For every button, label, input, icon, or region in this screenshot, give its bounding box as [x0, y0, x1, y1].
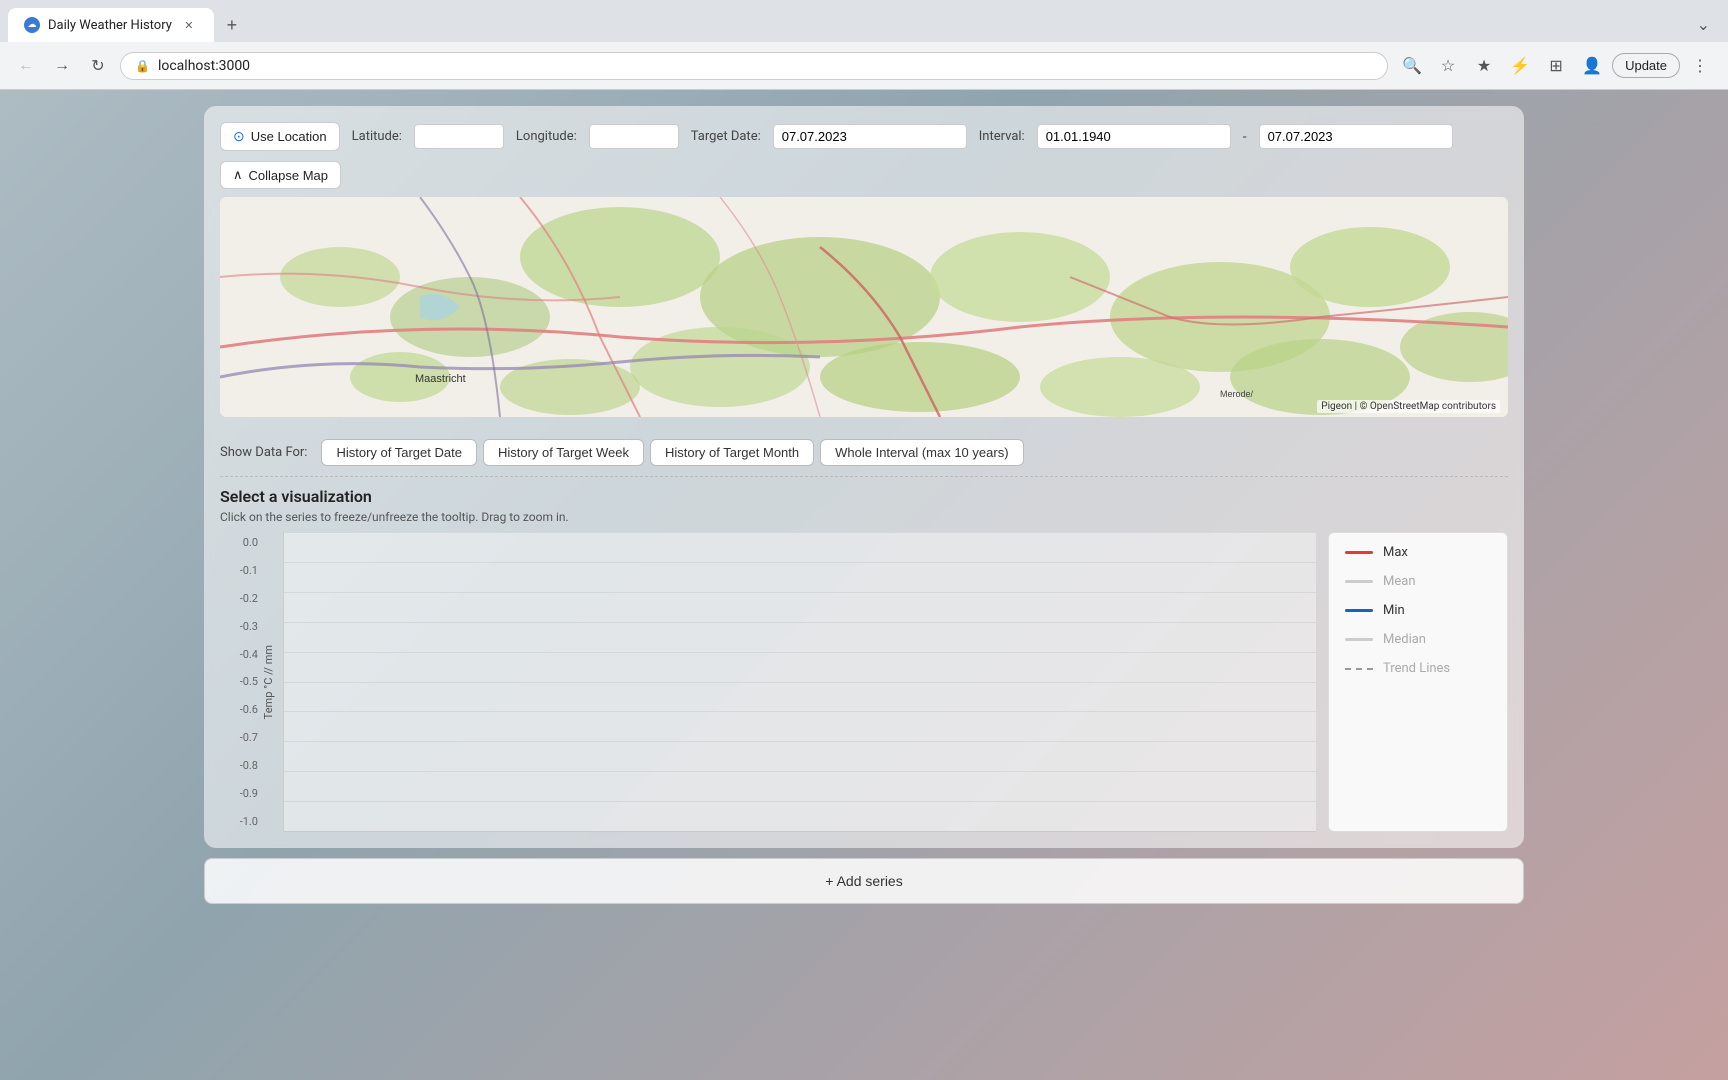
location-icon: ⊙	[233, 128, 245, 145]
tab-history-target-date[interactable]: History of Target Date	[321, 439, 476, 466]
grid-line	[284, 622, 1316, 623]
extensions-icon[interactable]: ⚡	[1504, 50, 1536, 82]
legend-line-min	[1345, 609, 1373, 612]
y-ticks: 0.0 -0.1 -0.2 -0.3 -0.4 -0.5 -0.6 -0.7 -…	[220, 532, 258, 832]
legend-item-trend[interactable]: Trend Lines	[1345, 661, 1491, 676]
map-attribution: Pigeon | © OpenStreetMap contributors	[1317, 400, 1500, 413]
y-axis-label: Temp °C // mm	[258, 645, 279, 719]
target-date-label: Target Date:	[691, 129, 761, 144]
tab-history-target-month[interactable]: History of Target Month	[650, 439, 814, 466]
profile-icon[interactable]: 👤	[1576, 50, 1608, 82]
legend-line-mean	[1345, 580, 1373, 583]
interval-label: Interval:	[979, 129, 1025, 144]
legend-label-median: Median	[1383, 632, 1426, 647]
svg-text:Maastricht: Maastricht	[415, 373, 466, 385]
tab-favicon: ☁	[24, 17, 40, 33]
interval-end-input[interactable]	[1259, 124, 1453, 149]
interval-start-input[interactable]	[1037, 124, 1231, 149]
legend-item-max[interactable]: Max	[1345, 545, 1491, 560]
grid-line	[284, 801, 1316, 802]
map-container[interactable]: Maastricht Riemst Eijsden Aachen Würsele…	[220, 197, 1508, 417]
address-box[interactable]: 🔒 localhost:3000	[120, 52, 1388, 80]
add-series-button[interactable]: + Add series	[204, 858, 1524, 904]
window-controls: ⌄	[1691, 11, 1728, 39]
legend-line-median	[1345, 638, 1373, 641]
chart-wrapper: 0.0 -0.1 -0.2 -0.3 -0.4 -0.5 -0.6 -0.7 -…	[220, 532, 1508, 832]
legend-line-trend	[1345, 668, 1373, 670]
star-icon[interactable]: ★	[1468, 50, 1500, 82]
chart-plot[interactable]	[283, 532, 1316, 832]
legend-item-median[interactable]: Median	[1345, 632, 1491, 647]
chevron-down-icon[interactable]: ⌄	[1691, 11, 1716, 39]
grid-line	[284, 741, 1316, 742]
search-icon[interactable]: 🔍	[1396, 50, 1428, 82]
tab-close-button[interactable]: ✕	[180, 16, 198, 34]
tab-history-target-week[interactable]: History of Target Week	[483, 439, 644, 466]
use-location-button[interactable]: ⊙ Use Location	[220, 122, 340, 151]
bookmark-icon[interactable]: ☆	[1432, 50, 1464, 82]
chart-legend: Max Mean Min Median	[1328, 532, 1508, 832]
longitude-input[interactable]	[589, 124, 679, 149]
lock-icon: 🔒	[135, 59, 150, 73]
controls-row: ⊙ Use Location Latitude: Longitude: Targ…	[220, 122, 1508, 151]
grid-line	[284, 652, 1316, 653]
back-button[interactable]: ←	[12, 52, 40, 80]
tab-bar: ☁ Daily Weather History ✕ + ⌄	[0, 0, 1728, 42]
viz-section: Select a visualization Click on the seri…	[220, 487, 1508, 832]
viz-hint: Click on the series to freeze/unfreeze t…	[220, 510, 1508, 524]
grid-line	[284, 562, 1316, 563]
menu-icon[interactable]: ⋮	[1684, 50, 1716, 82]
legend-label-trend: Trend Lines	[1383, 661, 1450, 676]
split-icon[interactable]: ⊞	[1540, 50, 1572, 82]
grid-line	[284, 592, 1316, 593]
grid-line	[284, 532, 1316, 533]
data-tabs-row: Show Data For: History of Target Date Hi…	[220, 429, 1508, 477]
legend-item-mean[interactable]: Mean	[1345, 574, 1491, 589]
longitude-label: Longitude:	[516, 129, 577, 144]
legend-label-mean: Mean	[1383, 574, 1416, 589]
active-tab[interactable]: ☁ Daily Weather History ✕	[8, 8, 214, 42]
legend-item-min[interactable]: Min	[1345, 603, 1491, 618]
viz-title: Select a visualization	[220, 487, 1508, 506]
target-date-input[interactable]	[773, 124, 967, 149]
map-svg: Maastricht Riemst Eijsden Aachen Würsele…	[220, 197, 1508, 417]
address-bar-row: ← → ↻ 🔒 localhost:3000 🔍 ☆ ★ ⚡ ⊞ 👤 Updat…	[0, 42, 1728, 90]
tab-title: Daily Weather History	[48, 18, 172, 33]
app-card: ⊙ Use Location Latitude: Longitude: Targ…	[204, 106, 1524, 848]
refresh-button[interactable]: ↻	[84, 52, 112, 80]
collapse-map-button[interactable]: ∧ Collapse Map	[220, 161, 341, 189]
grid-line	[284, 771, 1316, 772]
show-data-label: Show Data For:	[220, 445, 307, 460]
collapse-icon: ∧	[233, 167, 243, 183]
tab-whole-interval[interactable]: Whole Interval (max 10 years)	[820, 439, 1023, 466]
new-tab-button[interactable]: +	[218, 11, 246, 39]
page-content: ⊙ Use Location Latitude: Longitude: Targ…	[0, 90, 1728, 920]
forward-button[interactable]: →	[48, 52, 76, 80]
svg-text:Merode/: Merode/	[1220, 389, 1254, 399]
grid-line	[284, 682, 1316, 683]
latitude-input[interactable]	[414, 124, 504, 149]
update-button[interactable]: Update	[1612, 53, 1680, 78]
legend-line-max	[1345, 551, 1373, 554]
grid-line	[284, 711, 1316, 712]
toolbar-right: 🔍 ☆ ★ ⚡ ⊞ 👤 Update ⋮	[1396, 50, 1716, 82]
latitude-label: Latitude:	[352, 129, 402, 144]
interval-dash: -	[1243, 129, 1247, 145]
url-display: localhost:3000	[158, 58, 250, 74]
browser-chrome: ☁ Daily Weather History ✕ + ⌄ ← → ↻ 🔒 lo…	[0, 0, 1728, 90]
legend-label-max: Max	[1383, 545, 1408, 560]
grid-line	[284, 831, 1316, 832]
legend-label-min: Min	[1383, 603, 1405, 618]
add-series-wrapper: + Add series	[20, 848, 1708, 904]
